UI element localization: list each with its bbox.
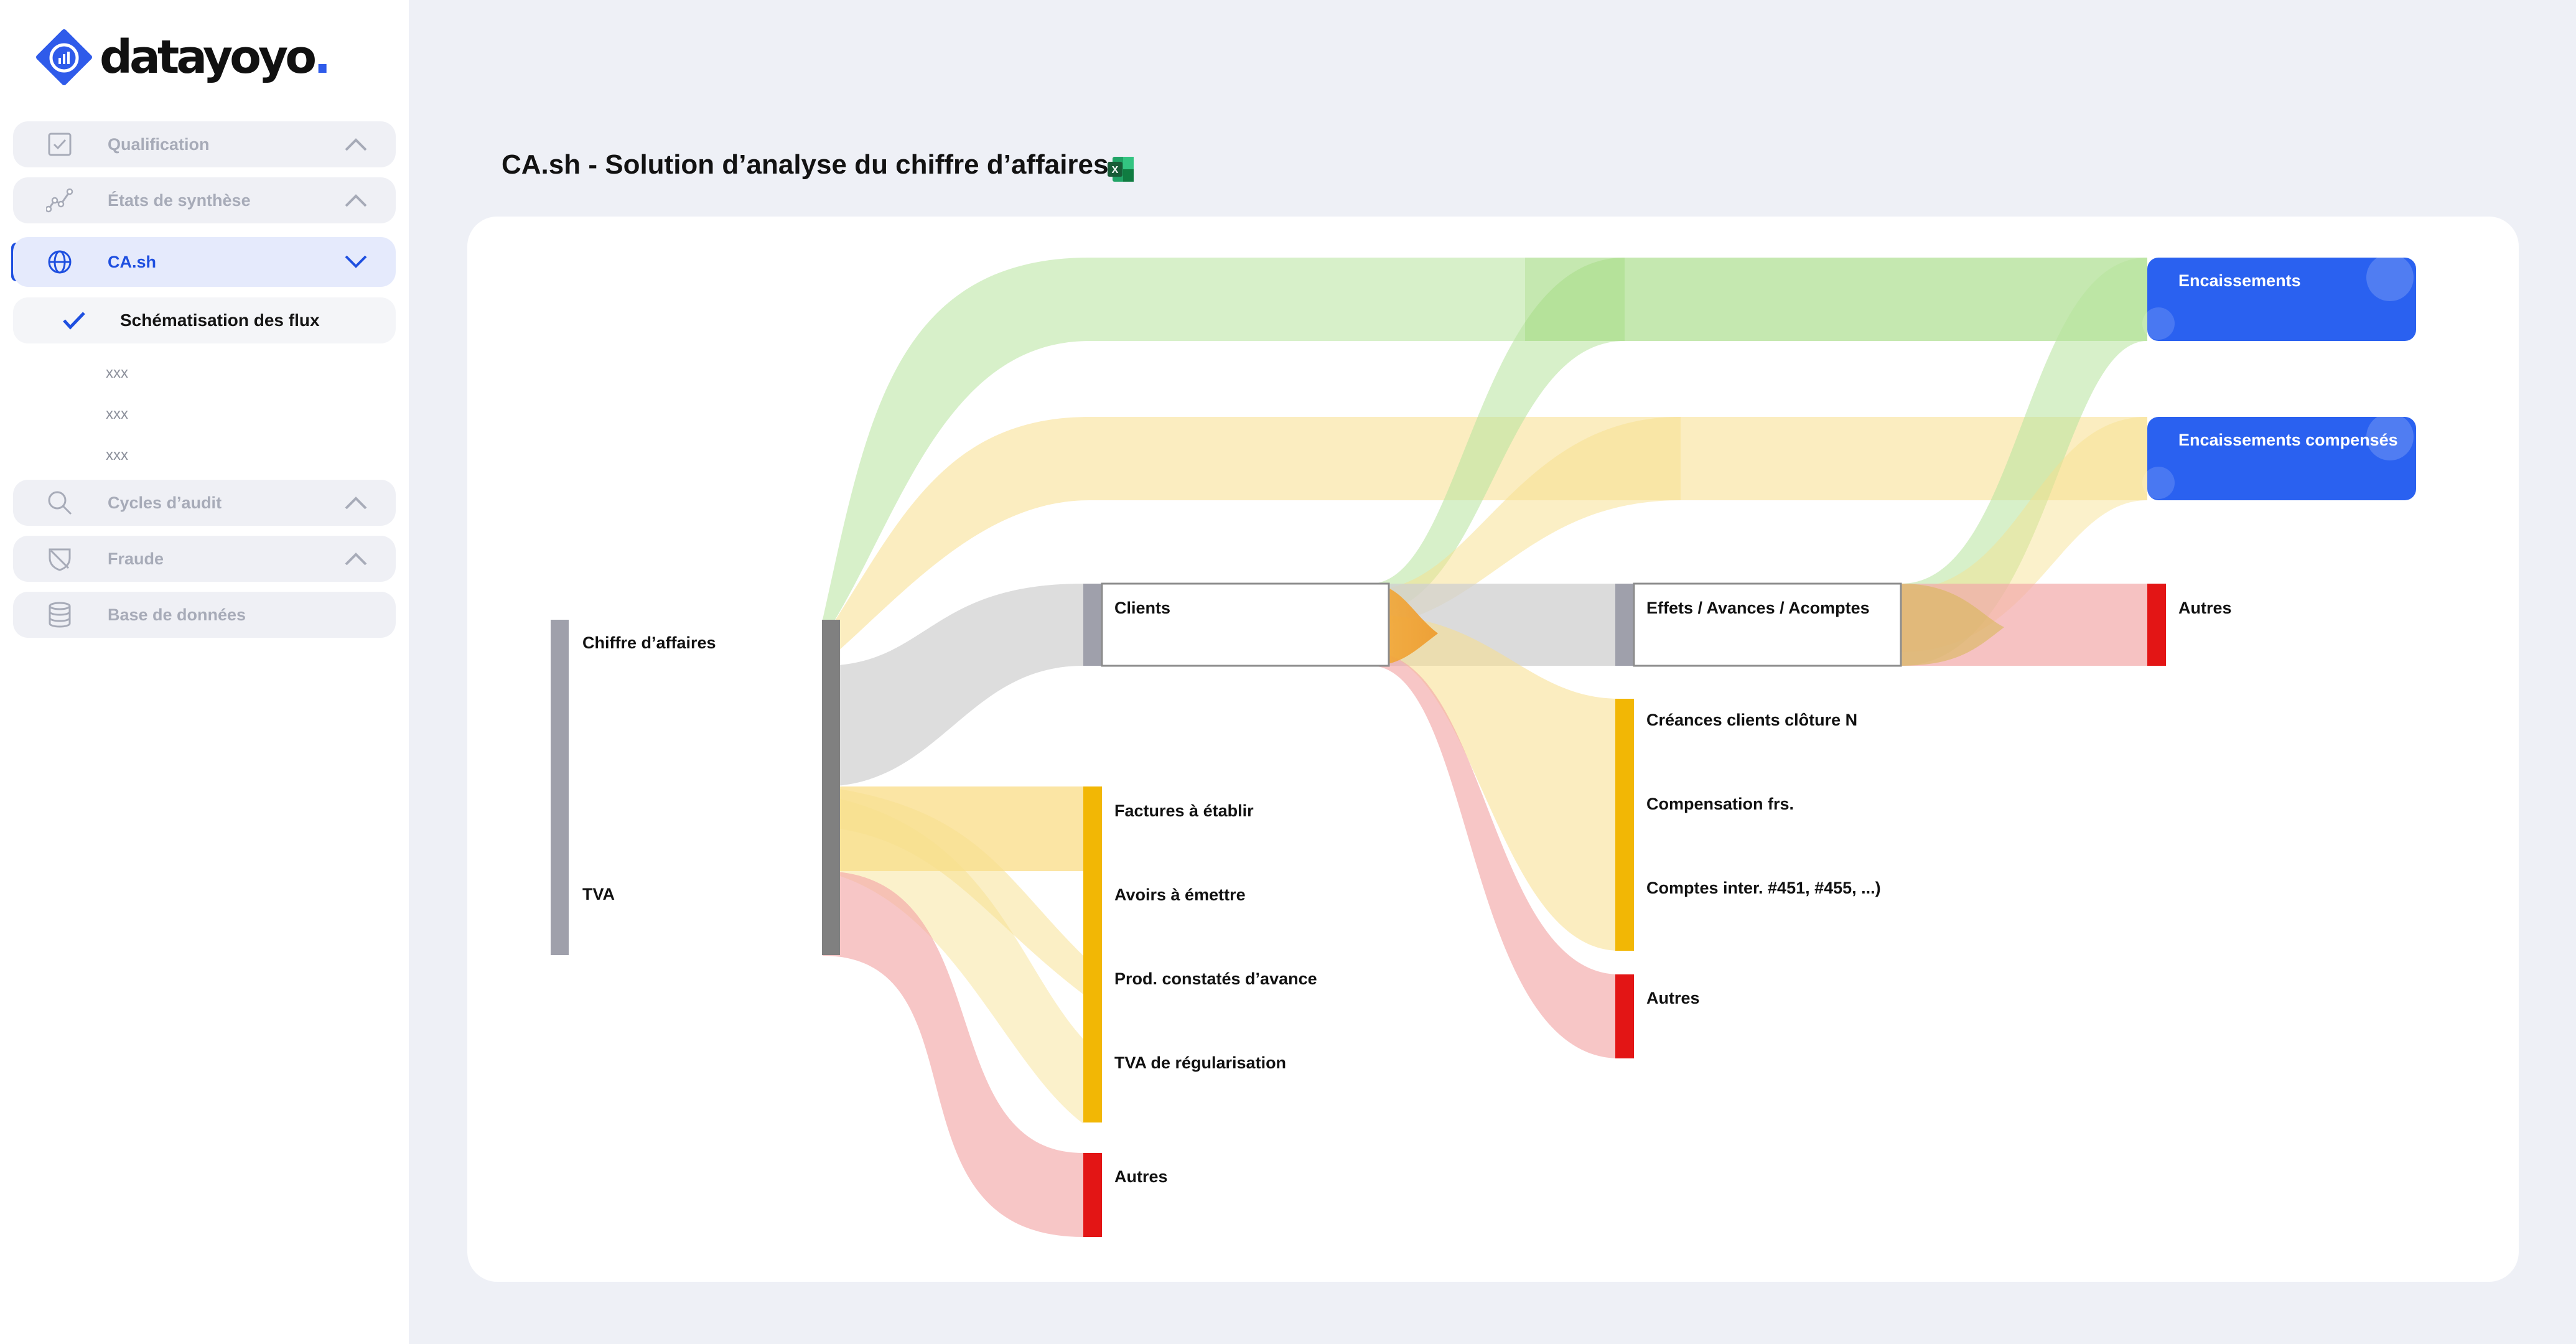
nav-cycles-audit[interactable]: Cycles d’audit [13, 480, 396, 526]
page-title: CA.sh - Solution d’analyse du chiffre d’… [502, 149, 1109, 180]
decor-bubble [2142, 467, 2175, 499]
nav-cycles-label: Cycles d’audit [108, 493, 222, 512]
label-autres3: Autres [2178, 599, 2232, 617]
label-prod: Prod. constatés d’avance [1114, 969, 1317, 988]
node-effets-box[interactable] [1633, 582, 1902, 667]
node-source-bar[interactable] [822, 620, 840, 955]
label-comptes: Comptes inter. #451, #455, ...) [1646, 879, 1881, 897]
nav-qualification-label: Qualification [108, 134, 210, 154]
nav-base-de-donnees[interactable]: Base de données [13, 592, 396, 638]
sub-sub-item-2[interactable]: xxx [106, 406, 128, 423]
label-chiffre: Chiffre d’affaires [582, 633, 716, 652]
brand-name: datayoyo [100, 30, 317, 84]
label-autres2: Autres [1646, 989, 1700, 1007]
label-compensation: Compensation frs. [1646, 795, 1794, 813]
sidebar: datayoyo. Qualification États de synthès… [0, 0, 409, 1344]
database-icon [44, 599, 75, 630]
label-encaissements: Encaissements [2178, 271, 2301, 290]
node-chiffre-bar[interactable] [551, 620, 569, 955]
label-effets: Effets / Avances / Acomptes [1646, 599, 1870, 617]
sub-sub-item-3[interactable]: xxx [106, 447, 128, 464]
label-enc-comp: Encaissements compensés [2178, 431, 2398, 449]
nav-base-label: Base de données [108, 605, 246, 624]
nav-fraude[interactable]: Fraude [13, 536, 396, 582]
sub-sub-item-1[interactable]: xxx [106, 365, 128, 382]
decor-bubble [2366, 254, 2414, 301]
nav-schematisation-des-flux[interactable]: Schématisation des flux [13, 297, 396, 343]
nav-ca-sh[interactable]: CA.sh [13, 237, 396, 287]
shield-icon [44, 543, 75, 574]
svg-text:X: X [1112, 165, 1119, 175]
label-avoirs: Avoirs à émettre [1114, 885, 1246, 904]
node-autres1-bar[interactable] [1083, 1153, 1102, 1237]
chevron-up-icon[interactable] [342, 491, 370, 515]
diagram-card: Chiffre d’affaires TVA Clients Factures … [467, 217, 2519, 1282]
label-clients: Clients [1114, 599, 1170, 617]
nav-qualification[interactable]: Qualification [13, 121, 396, 167]
node-clients-bar[interactable] [1083, 584, 1102, 666]
node-factures-bar[interactable] [1083, 786, 1102, 1122]
chevron-up-icon[interactable] [342, 133, 370, 156]
decor-bubble [2142, 307, 2175, 340]
checkbox-icon [44, 129, 75, 160]
nav-fraude-label: Fraude [108, 549, 164, 568]
node-clients-box[interactable] [1101, 582, 1390, 667]
chevron-up-icon[interactable] [342, 547, 370, 571]
brand-logo[interactable]: datayoyo. [36, 29, 331, 85]
label-tvareg: TVA de régularisation [1114, 1053, 1286, 1072]
search-icon [44, 487, 75, 518]
nav-etats-label: États de synthèse [108, 190, 251, 210]
node-creances-bar[interactable] [1615, 699, 1634, 951]
nav-etats-de-synthese[interactable]: États de synthèse [13, 177, 396, 223]
sub-item-label: Schématisation des flux [120, 310, 320, 330]
label-tva: TVA [582, 885, 615, 903]
chevron-up-icon[interactable] [342, 189, 370, 212]
label-autres1: Autres [1114, 1167, 1168, 1186]
globe-icon [44, 246, 75, 278]
label-factures: Factures à établir [1114, 801, 1254, 820]
excel-icon[interactable]: X [1106, 154, 1135, 184]
check-icon [63, 312, 85, 330]
brand-dot: . [314, 30, 331, 84]
node-autres2-bar[interactable] [1615, 974, 1634, 1058]
label-creances: Créances clients clôture N [1646, 711, 1857, 729]
node-autres3-bar[interactable] [2147, 584, 2166, 666]
node-effets-bar[interactable] [1615, 584, 1634, 666]
chevron-down-icon[interactable] [342, 250, 370, 274]
sankey-diagram: Chiffre d’affaires TVA Clients Factures … [551, 254, 2416, 1237]
flow-effets-green [1525, 258, 2147, 341]
datayoyo-logo-icon [36, 29, 92, 85]
nav-ca-sh-label: CA.sh [108, 252, 157, 271]
line-chart-icon [44, 185, 75, 216]
